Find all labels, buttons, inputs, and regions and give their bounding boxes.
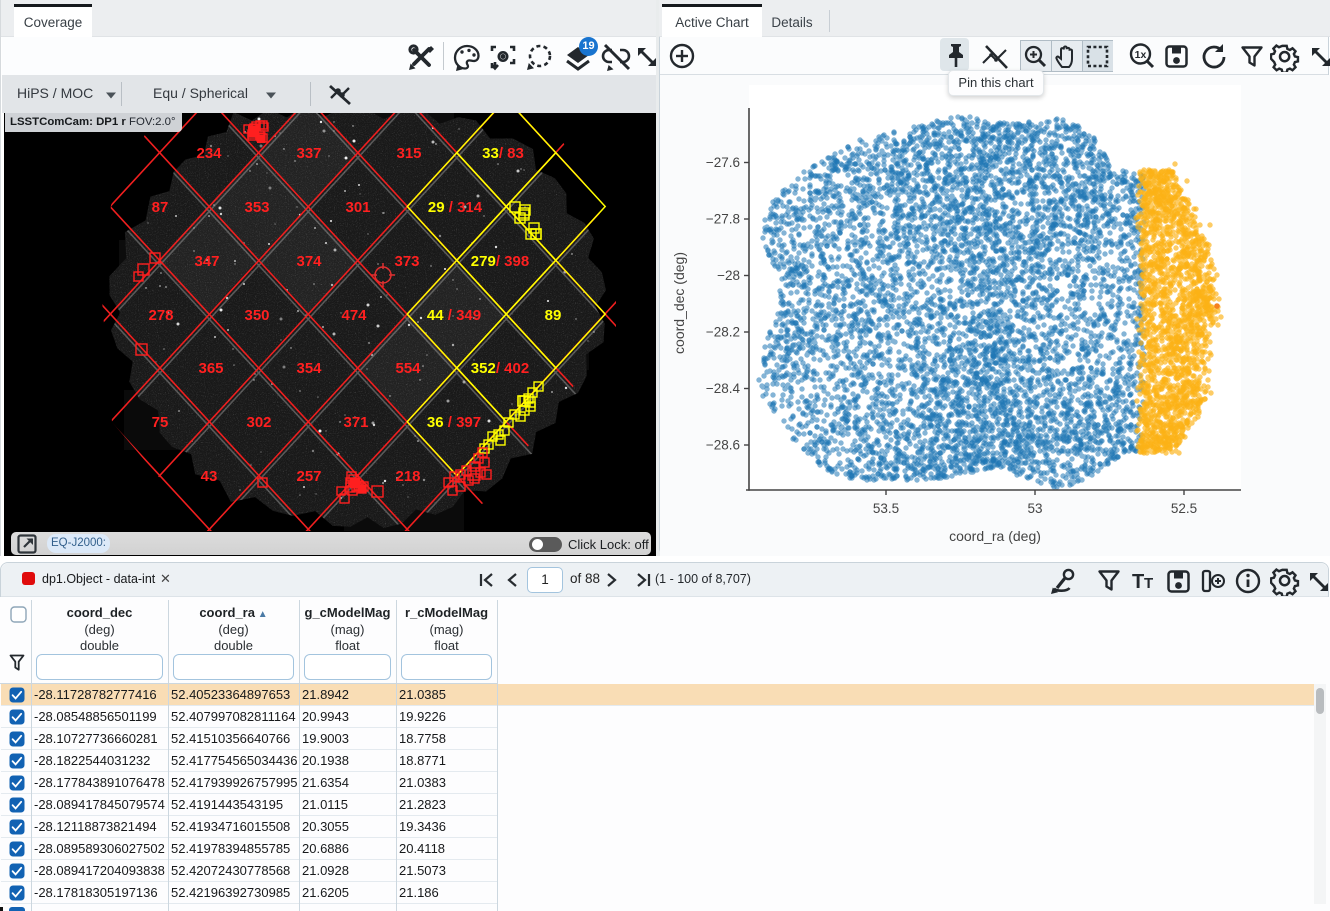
svg-text:29 / 314: 29 / 314 [428,199,483,216]
svg-text:T: T [1132,571,1144,593]
svg-text:T: T [1144,575,1153,592]
svg-text:352/ 402: 352/ 402 [471,360,529,377]
svg-text:350: 350 [244,307,269,324]
svg-text:75: 75 [152,414,169,431]
svg-text:coord_ra (deg): coord_ra (deg) [949,528,1041,544]
svg-text:353: 353 [244,199,269,216]
svg-text:371: 371 [343,414,368,431]
svg-text:218: 218 [395,468,420,485]
svg-text:279/ 398: 279/ 398 [471,253,529,270]
svg-text:53.5: 53.5 [873,501,899,516]
svg-text:474: 474 [341,307,367,324]
svg-text:337: 337 [296,145,321,162]
svg-text:278: 278 [148,307,173,324]
svg-text:−28.2: −28.2 [706,325,740,340]
svg-text:44 / 349: 44 / 349 [427,307,481,324]
svg-text:−28.6: −28.6 [706,438,740,453]
svg-text:36 / 397: 36 / 397 [427,414,481,431]
svg-text:373: 373 [394,253,419,270]
svg-text:354: 354 [296,360,322,377]
svg-text:−27.6: −27.6 [706,155,740,170]
svg-text:365: 365 [198,360,223,377]
svg-text:−28.4: −28.4 [706,381,741,396]
svg-text:43: 43 [201,468,218,485]
svg-text:315: 315 [396,145,421,162]
svg-text:374: 374 [296,253,322,270]
svg-text:87: 87 [152,199,169,216]
svg-text:53: 53 [1027,501,1042,516]
svg-text:52.5: 52.5 [1171,501,1197,516]
svg-text:257: 257 [296,468,321,485]
svg-text:302: 302 [246,414,271,431]
svg-text:coord_dec (deg): coord_dec (deg) [671,252,687,354]
svg-text:−28: −28 [717,268,740,283]
svg-text:89: 89 [545,307,562,324]
svg-text:554: 554 [395,360,421,377]
svg-text:−27.8: −27.8 [706,212,740,227]
svg-text:33/ 83: 33/ 83 [482,145,524,162]
svg-text:347: 347 [194,253,219,270]
svg-text:234: 234 [196,145,222,162]
svg-text:1x: 1x [1135,49,1147,61]
svg-text:301: 301 [345,199,370,216]
